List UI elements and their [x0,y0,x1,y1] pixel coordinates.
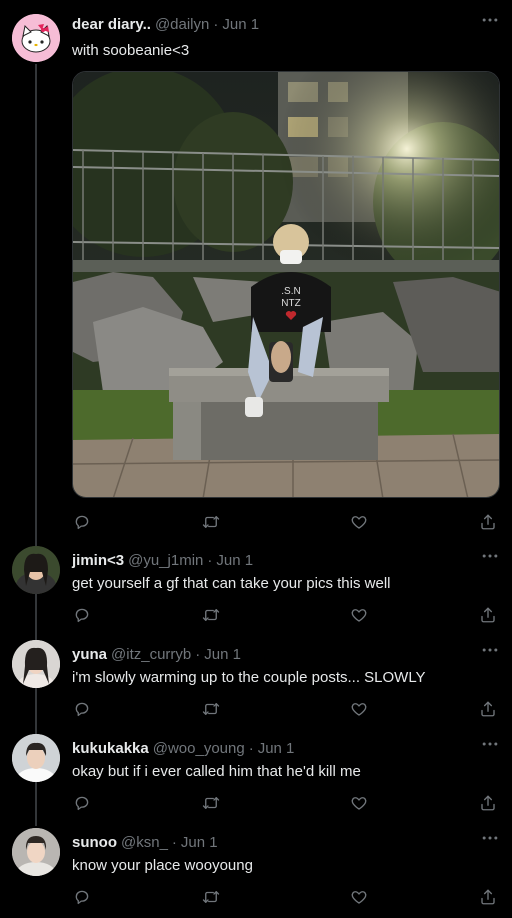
share-icon[interactable] [478,699,498,719]
yuna-avatar[interactable] [12,640,60,688]
author-handle[interactable]: @itz_curryb [111,646,191,663]
separator-dot: · [171,833,177,851]
tweet-date[interactable]: Jun 1 [181,834,218,851]
tweet-date[interactable]: Jun 1 [258,740,295,757]
tweet-date[interactable]: Jun 1 [216,552,253,569]
reply-tweet[interactable]: jimin<3 @yu_j1min · Jun 1 get yourself a… [0,546,512,630]
tweet-date[interactable]: Jun 1 [222,16,259,33]
separator-dot: · [213,15,219,33]
share-icon[interactable] [478,887,498,907]
separator-dot: · [207,551,213,569]
hello-kitty-avatar[interactable] [12,14,60,62]
separator-dot: · [195,645,201,663]
tweet-actions [72,793,502,813]
reply-icon[interactable] [72,887,92,907]
author-handle[interactable]: @woo_young [153,740,245,757]
retweet-icon[interactable] [201,512,221,532]
reply-tweet[interactable]: sunoo @ksn_ · Jun 1 know your place wooy… [0,828,512,912]
jimin-avatar[interactable] [12,546,60,594]
svg-text:NTZ: NTZ [281,298,300,309]
sunoo-avatar[interactable] [12,828,60,876]
tweet-text: with soobeanie<3 [72,42,190,59]
tweet-actions [72,699,502,719]
reply-icon[interactable] [72,605,92,625]
heart-icon[interactable] [349,605,369,625]
heart-icon[interactable] [349,512,369,532]
tweet-actions [72,605,502,625]
heart-icon[interactable] [349,793,369,813]
more-icon[interactable] [480,10,500,30]
author-name[interactable]: yuna [72,646,107,663]
more-icon[interactable] [480,546,500,566]
more-icon[interactable] [480,828,500,848]
more-icon[interactable] [480,734,500,754]
share-icon[interactable] [478,793,498,813]
retweet-icon[interactable] [201,605,221,625]
retweet-icon[interactable] [201,793,221,813]
tweet-text: i'm slowly warming up to the couple post… [72,669,426,686]
author-name[interactable]: jimin<3 [72,552,124,569]
retweet-icon[interactable] [201,887,221,907]
author-name[interactable]: kukukakka [72,740,149,757]
author-handle[interactable]: @dailyn [155,16,209,33]
tweet-photo[interactable]: .S.N NTZ [72,71,500,498]
reply-tweet[interactable]: kukukakka @woo_young · Jun 1 okay but if… [0,734,512,818]
tweet-text: get yourself a gf that can take your pic… [72,575,391,592]
heart-icon[interactable] [349,887,369,907]
reply-icon[interactable] [72,793,92,813]
kukukakka-avatar[interactable] [12,734,60,782]
tweet-actions [72,887,502,907]
more-icon[interactable] [480,640,500,660]
tweet-date[interactable]: Jun 1 [204,646,241,663]
tweet-text: okay but if i ever called him that he'd … [72,763,361,780]
reply-tweet[interactable]: yuna @itz_curryb · Jun 1 i'm slowly warm… [0,640,512,724]
tweet-text: know your place wooyoung [72,857,253,874]
author-name[interactable]: dear diary.. [72,16,151,33]
share-icon[interactable] [478,605,498,625]
author-handle[interactable]: @ksn_ [121,834,168,851]
separator-dot: · [248,739,254,757]
heart-icon[interactable] [349,699,369,719]
author-handle[interactable]: @yu_j1min [128,552,203,569]
tweet-actions [72,512,502,532]
reply-icon[interactable] [72,512,92,532]
retweet-icon[interactable] [201,699,221,719]
author-name[interactable]: sunoo [72,834,117,851]
reply-icon[interactable] [72,699,92,719]
tweet-main[interactable]: dear diary.. @dailyn · Jun 1 with soobea… [0,14,512,534]
share-icon[interactable] [478,512,498,532]
svg-text:.S.N: .S.N [281,286,300,297]
